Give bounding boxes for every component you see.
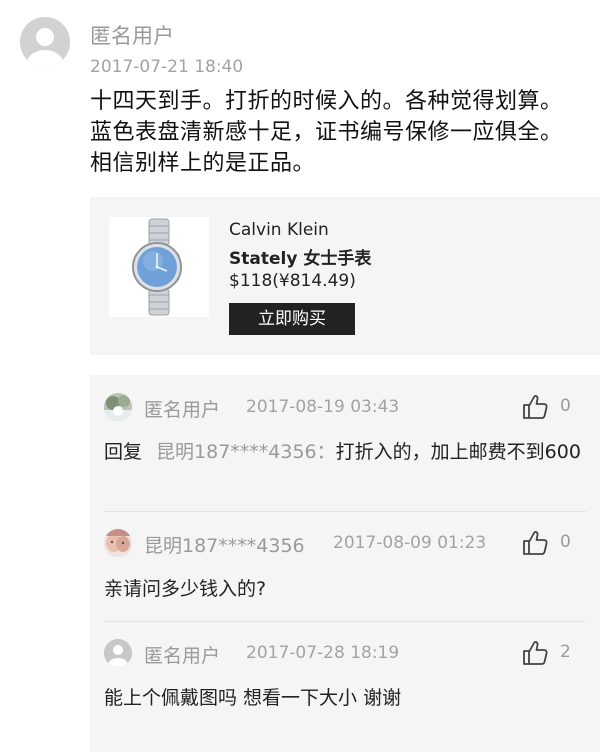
reply-separator: ： <box>316 441 336 463</box>
reply-text: 回复 昆明187****4356：打折入的，加上邮费不到600 <box>104 437 584 467</box>
replies-section: 匿名用户 2017-08-19 03:43 0 回复 昆明187****4356：… <box>90 375 600 752</box>
reply-text: 能上个佩戴图吗 想看一下大小 谢谢 <box>104 687 402 709</box>
reply-author[interactable]: 昆明187****4356 <box>144 531 305 558</box>
reply-author[interactable]: 匿名用户 <box>144 395 220 422</box>
reply-item: 匿名用户 2017-07-28 18:19 2 能上个佩戴图吗 想看一下大小 谢… <box>104 639 584 719</box>
buy-now-button[interactable]: 立即购买 <box>229 303 355 335</box>
product-name[interactable]: Stately 女士手表 <box>229 244 371 269</box>
thumbs-up-icon[interactable] <box>521 639 549 667</box>
product-image[interactable] <box>109 217 209 317</box>
photo-avatar-icon <box>104 393 132 421</box>
reply-timestamp: 2017-07-28 18:19 <box>246 643 400 663</box>
like-count: 0 <box>560 532 571 552</box>
reply-mention[interactable]: 昆明187****4356 <box>156 441 317 463</box>
post-body-text: 十四天到手。打折的时候入的。各种觉得划算。蓝色表盘清新感十足，证书编号保修一应俱… <box>90 89 563 176</box>
thumbs-up-icon[interactable] <box>521 529 549 557</box>
user-avatar-icon <box>104 639 132 667</box>
like-count: 0 <box>560 396 571 416</box>
reply-avatar[interactable] <box>104 639 132 667</box>
post-avatar[interactable] <box>20 17 70 67</box>
user-avatar-icon <box>20 17 70 67</box>
photo-avatar-icon <box>104 529 132 557</box>
reply-avatar[interactable] <box>104 393 132 421</box>
post-author[interactable]: 匿名用户 <box>90 20 174 50</box>
reply-item: 昆明187****4356 2017-08-09 01:23 0 亲请问多少钱入… <box>104 529 584 609</box>
reply-author[interactable]: 匿名用户 <box>144 641 220 668</box>
product-brand: Calvin Klein <box>229 220 329 240</box>
post-timestamp: 2017-07-21 18:40 <box>90 57 244 77</box>
product-card[interactable]: Calvin Klein Stately 女士手表 $118(¥814.49) … <box>90 197 600 355</box>
reply-text: 亲请问多少钱入的? <box>104 578 267 600</box>
reply-prefix: 回复 <box>104 441 143 463</box>
divider <box>104 511 586 512</box>
product-price: $118(¥814.49) <box>229 271 356 291</box>
reply-content: 打折入的，加上邮费不到600 <box>335 441 581 463</box>
reply-timestamp: 2017-08-09 01:23 <box>333 533 487 553</box>
reply-avatar[interactable] <box>104 529 132 557</box>
like-count: 2 <box>560 642 571 662</box>
reply-item: 匿名用户 2017-08-19 03:43 0 回复 昆明187****4356：… <box>104 393 584 503</box>
reply-timestamp: 2017-08-19 03:43 <box>246 397 400 417</box>
divider <box>104 621 586 622</box>
thumbs-up-icon[interactable] <box>521 393 549 421</box>
wristwatch-image <box>132 218 182 316</box>
